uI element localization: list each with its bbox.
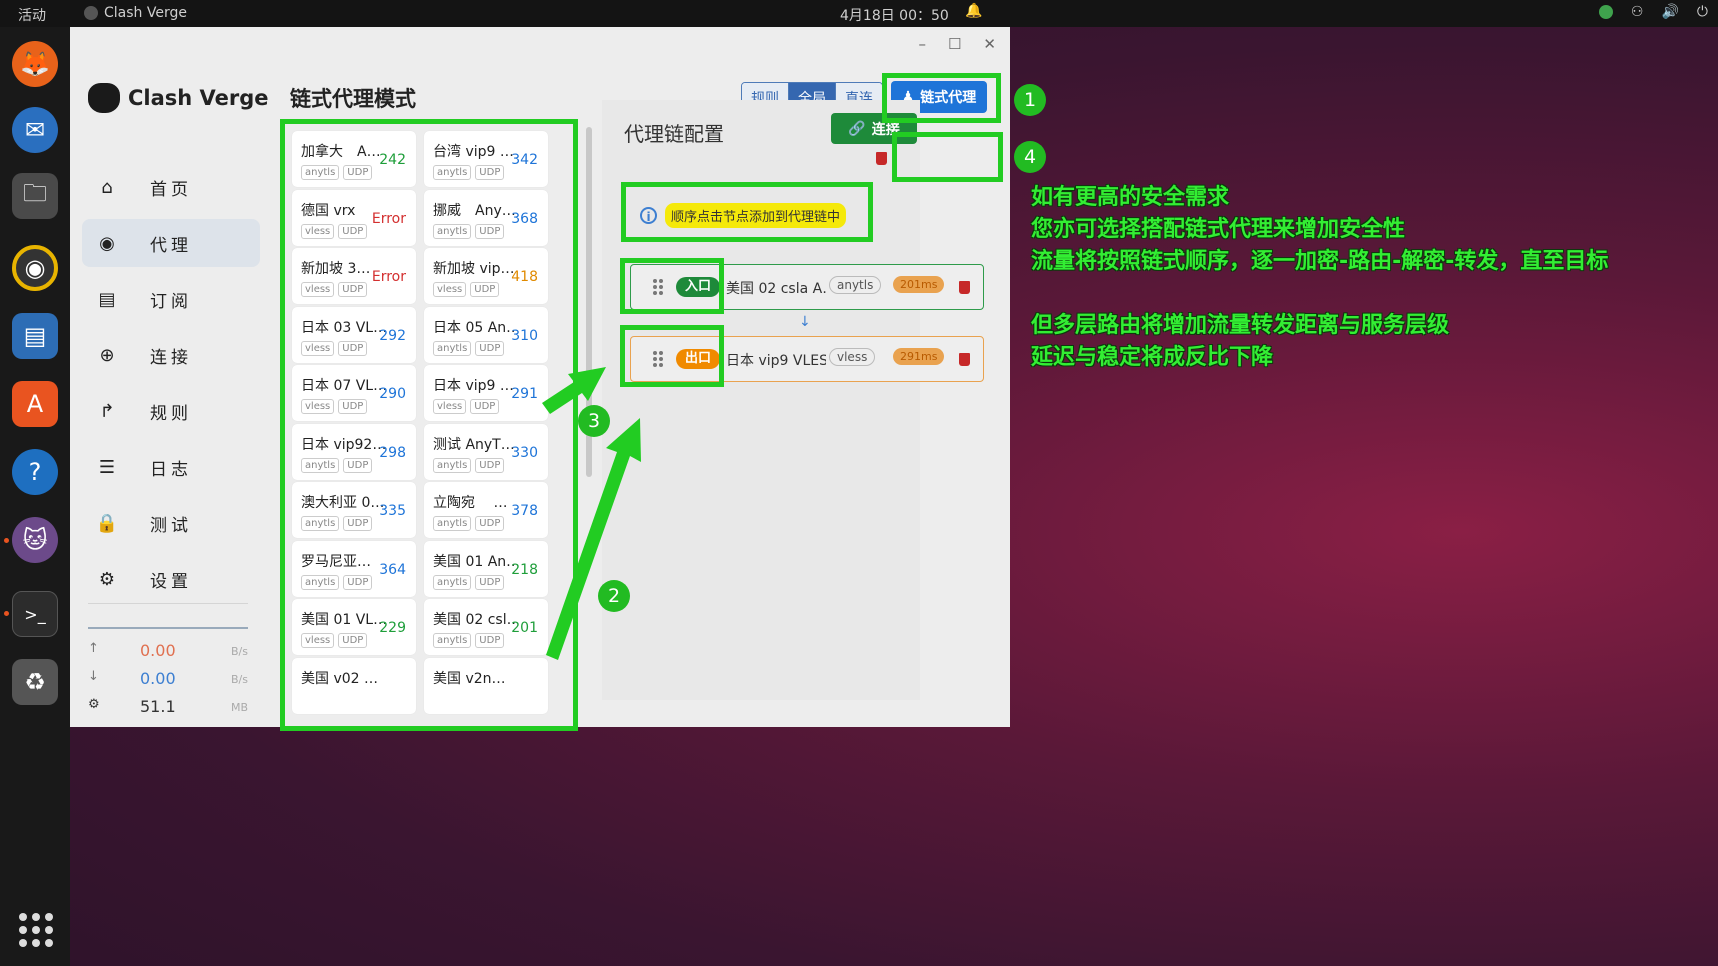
annotation-line: 但多层路由将增加流量转发距离与服务层级	[1031, 313, 1450, 338]
step-number-4: 4	[1014, 141, 1046, 173]
annotation-line	[1031, 278, 1608, 310]
annotation-line: 延迟与稳定将成反比下降	[1031, 345, 1274, 370]
annotation-line: 流量将按照链式顺序，逐一加密-路由-解密-转发，直至目标	[1031, 249, 1609, 274]
step-number-1: 1	[1014, 84, 1046, 116]
annotation-line: 如有更高的安全需求	[1031, 185, 1230, 210]
annotation-text: 如有更高的安全需求您亦可选择搭配链式代理来增加安全性流量将按照链式顺序，逐一加密…	[1031, 182, 1608, 374]
annotation-line: 您亦可选择搭配链式代理来增加安全性	[1031, 217, 1406, 242]
annotation-arrows	[542, 367, 641, 660]
step-number-3: 3	[578, 405, 610, 437]
arrow-2	[546, 418, 641, 660]
step-number-2: 2	[598, 580, 630, 612]
